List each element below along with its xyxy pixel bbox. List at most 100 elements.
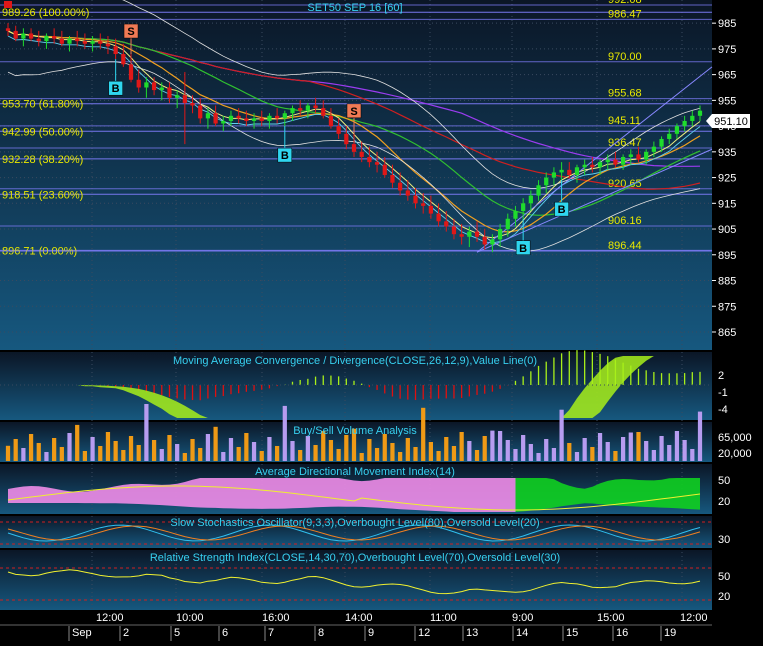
y-tick-label: 905 bbox=[718, 224, 736, 236]
candle-body bbox=[190, 102, 195, 106]
candle-body bbox=[13, 30, 18, 39]
volume-bar bbox=[567, 443, 572, 461]
volume-bar bbox=[613, 451, 618, 461]
volume-bar bbox=[198, 448, 203, 461]
candle-body bbox=[105, 43, 111, 47]
candle-body bbox=[67, 38, 72, 44]
rsi-y-tick-label: 50 bbox=[718, 571, 730, 583]
candle-body bbox=[98, 41, 103, 44]
candle-body bbox=[151, 82, 157, 91]
volume-bar bbox=[674, 431, 680, 461]
macd-y-tick-label: -4 bbox=[718, 404, 728, 416]
candle-body bbox=[144, 82, 149, 88]
volume-bar bbox=[644, 441, 649, 461]
candle-body bbox=[205, 113, 211, 119]
candle-body bbox=[682, 120, 687, 127]
candle-body bbox=[367, 156, 372, 163]
candle-body bbox=[90, 41, 95, 44]
candle-body bbox=[136, 79, 141, 88]
candle-body bbox=[513, 211, 518, 219]
candle-body bbox=[405, 190, 410, 196]
x-time-label: 11:00 bbox=[430, 612, 457, 624]
candle-body bbox=[267, 115, 272, 121]
x-date-label: 5 bbox=[174, 627, 180, 639]
volume-bar bbox=[620, 437, 626, 461]
volume-bar bbox=[651, 450, 656, 461]
x-time-label: 9:00 bbox=[512, 612, 533, 624]
x-date-label: 6 bbox=[222, 627, 228, 639]
stock-chart[interactable]: 989.26 (100.00%) 953.70 (61.80%) 942.99 (5… bbox=[0, 0, 763, 641]
volume-bar bbox=[298, 450, 303, 461]
macd-y-tick-label: -1 bbox=[718, 387, 728, 399]
volume-bar bbox=[305, 436, 310, 461]
y-tick-label: 925 bbox=[718, 173, 736, 185]
volume-bar bbox=[574, 452, 580, 461]
y-tick-label: 865 bbox=[718, 327, 736, 339]
candle-body bbox=[674, 126, 680, 134]
volume-bar bbox=[428, 442, 434, 461]
candle-body bbox=[313, 105, 318, 109]
fib-left-label: 989.26 (100.00%) bbox=[2, 7, 89, 19]
fib-left-label: 953.70 (61.80%) bbox=[2, 99, 83, 111]
candle-body bbox=[213, 113, 218, 124]
y-tick-label: 875 bbox=[718, 301, 736, 313]
candle-body bbox=[167, 87, 172, 98]
volume-bar bbox=[75, 424, 80, 461]
volume-bar bbox=[513, 449, 518, 461]
volume-bar bbox=[436, 451, 441, 461]
signal-label-buy: B bbox=[519, 243, 527, 255]
candle-body bbox=[59, 38, 64, 44]
volume-bar bbox=[190, 439, 195, 461]
volume-bar bbox=[136, 445, 141, 461]
candle-body bbox=[697, 110, 703, 116]
candle-body bbox=[198, 105, 203, 119]
candle-body bbox=[398, 182, 403, 191]
x-date-label: 15 bbox=[566, 627, 578, 639]
adx-y-tick-label: 20 bbox=[718, 496, 730, 508]
volume-bar bbox=[551, 448, 557, 461]
x-time-label: 12:00 bbox=[680, 612, 708, 624]
volume-bar bbox=[390, 443, 395, 461]
volume-bar bbox=[659, 436, 664, 461]
candle-body bbox=[582, 164, 587, 168]
candle-body bbox=[228, 115, 234, 121]
volume-bar bbox=[236, 447, 241, 461]
volume-bar bbox=[559, 409, 564, 461]
price-panel[interactable] bbox=[0, 0, 712, 350]
candle-body bbox=[651, 146, 656, 152]
volume-y-tick-label: 65,000 bbox=[718, 432, 752, 444]
volume-bar bbox=[413, 447, 418, 461]
fib-right-label: 945.11 bbox=[608, 115, 641, 127]
candle-body bbox=[298, 108, 303, 111]
candle-body bbox=[282, 113, 287, 119]
chart-window[interactable]: 989.26 (100.00%) 953.70 (61.80%) 942.99 (5… bbox=[0, 0, 763, 641]
volume-title: Buy/Sell Volume Analysis bbox=[293, 425, 417, 437]
volume-bar bbox=[597, 433, 603, 461]
signal-label-sell: S bbox=[350, 106, 357, 118]
y-tick-label: 955 bbox=[718, 95, 736, 107]
candle-body bbox=[636, 154, 641, 160]
candle-body bbox=[413, 195, 418, 204]
volume-bar bbox=[336, 449, 341, 461]
stochastic-title: Slow Stochastics Oscillator(9,3,3),Overb… bbox=[170, 517, 539, 529]
volume-bar bbox=[213, 426, 218, 461]
volume-bar bbox=[474, 450, 480, 461]
candle-body bbox=[628, 154, 633, 157]
y-tick-label: 915 bbox=[718, 198, 736, 210]
rsi-y-tick-label: 20 bbox=[718, 591, 730, 603]
candle-body bbox=[605, 159, 610, 163]
volume-bar bbox=[28, 434, 34, 461]
volume-bar bbox=[290, 441, 295, 461]
candle-body bbox=[590, 164, 595, 168]
candle-body bbox=[659, 138, 664, 147]
y-tick-label: 885 bbox=[718, 276, 736, 288]
volume-bar bbox=[221, 452, 226, 461]
candle-body bbox=[159, 87, 164, 91]
candle-body bbox=[528, 195, 533, 204]
y-tick-label: 895 bbox=[718, 250, 736, 262]
volume-bar bbox=[682, 440, 687, 461]
volume-bar bbox=[605, 442, 610, 461]
fib-left-label: 918.51 (23.60%) bbox=[2, 189, 83, 201]
volume-bar bbox=[398, 452, 403, 461]
candle-body bbox=[497, 229, 503, 240]
